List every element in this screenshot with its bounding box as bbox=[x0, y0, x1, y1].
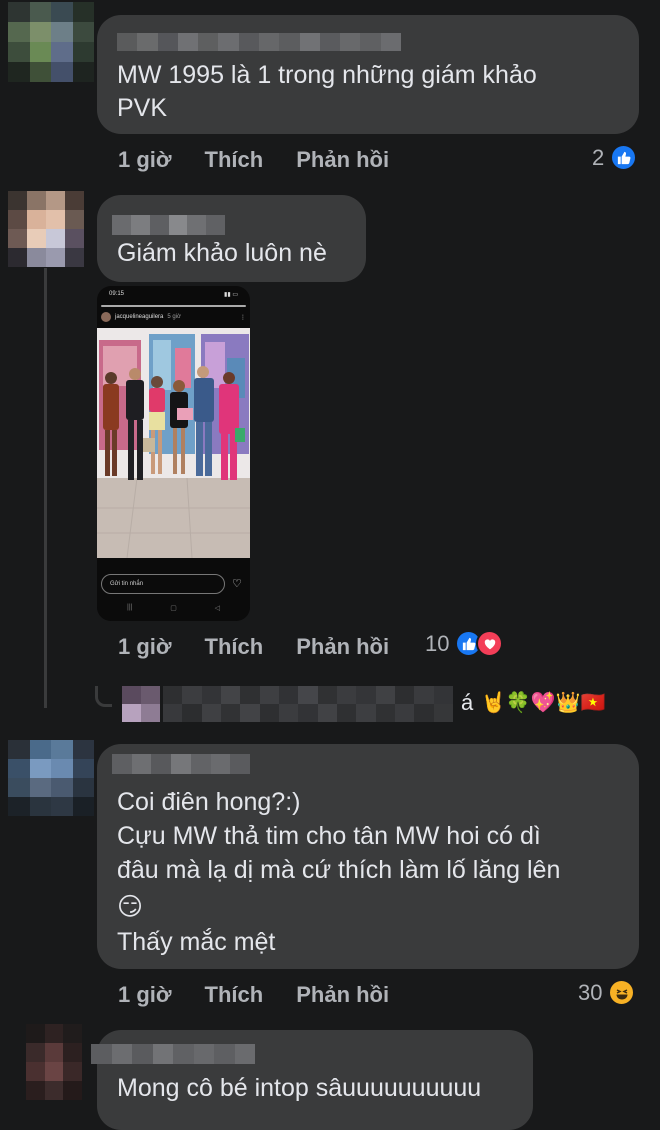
comment-actions: 1 giờ Thích Phản hồi bbox=[118, 147, 389, 173]
send-message-input[interactable]: Gửi tin nhắn bbox=[101, 574, 225, 594]
comment-time[interactable]: 1 giờ bbox=[118, 982, 172, 1008]
like-button[interactable]: Thích bbox=[205, 634, 264, 660]
reaction-summary[interactable]: 30 bbox=[578, 979, 636, 1006]
comment-text: Coi điên hong?:) bbox=[117, 788, 301, 816]
phone-clock: 09:15 bbox=[109, 291, 125, 297]
comment-text: 😏 bbox=[117, 893, 144, 921]
comment-bubble: Coi điên hong?:) Cựu MW thả tim cho tân … bbox=[97, 744, 639, 969]
avatar[interactable] bbox=[8, 191, 84, 267]
like-button[interactable]: Thích bbox=[205, 982, 264, 1008]
reaction-summary[interactable]: 10 bbox=[425, 630, 504, 657]
attached-image[interactable]: 09:15 ▮▮ ▭ jacquelineaguilera 5 giờ ⋮ Gử… bbox=[97, 286, 250, 621]
comment-text: Cựu MW thả tim cho tân MW hoi có dì bbox=[117, 822, 541, 850]
like-reaction-icon bbox=[610, 144, 638, 171]
comment-text: PVK bbox=[117, 94, 168, 122]
reaction-count: 10 bbox=[425, 630, 450, 656]
home-icon: ▢ bbox=[170, 605, 177, 612]
story-avatar bbox=[101, 312, 111, 322]
reply-button[interactable]: Phản hồi bbox=[296, 982, 389, 1008]
comment-text: Mong cô bé intop sâuuuuuuuuuu bbox=[117, 1074, 482, 1102]
reaction-summary[interactable]: 2 bbox=[592, 144, 638, 171]
avatar[interactable] bbox=[8, 2, 94, 82]
comment-text: Giám khảo luôn nè bbox=[117, 239, 327, 267]
phone-status-bar: 09:15 ▮▮ ▭ bbox=[97, 286, 250, 302]
commenter-name[interactable] bbox=[117, 33, 401, 51]
comment-text: Thấy mắc mệt bbox=[117, 928, 276, 956]
comment-text: đâu mà lạ dị mà cứ thích làm lố lăng lên bbox=[117, 856, 561, 884]
comment-time[interactable]: 1 giờ bbox=[118, 634, 172, 660]
back-icon: ◁ bbox=[214, 605, 220, 612]
story-progress-bar bbox=[101, 305, 246, 307]
comment-time[interactable]: 1 giờ bbox=[118, 147, 172, 173]
story-age: 5 giờ bbox=[167, 314, 181, 320]
like-button[interactable]: Thích bbox=[205, 147, 264, 173]
battery-icon: ▮▮ ▭ bbox=[224, 291, 238, 298]
reply-connector bbox=[95, 686, 112, 707]
commenter-name[interactable] bbox=[91, 1044, 255, 1064]
reply-text: á bbox=[461, 690, 474, 715]
reply-preview[interactable]: á 🤘🍀💖👑🇻🇳 bbox=[95, 686, 635, 724]
recent-apps-icon: ||| bbox=[127, 604, 133, 611]
heart-outline-icon[interactable]: ♡ bbox=[232, 577, 242, 590]
story-username: jacquelineaguilera bbox=[115, 314, 164, 320]
comment-text: MW 1995 là 1 trong những giám khảo bbox=[117, 61, 537, 89]
comment-bubble: Giám khảo luôn nè bbox=[97, 195, 366, 282]
reaction-count: 2 bbox=[592, 144, 605, 170]
story-header: jacquelineaguilera 5 giờ ⋮ bbox=[101, 310, 246, 324]
comment-actions: 1 giờ Thích Phản hồi bbox=[118, 982, 389, 1008]
avatar[interactable] bbox=[8, 740, 94, 816]
reply-author-name bbox=[163, 686, 453, 722]
comment-actions: 1 giờ Thích Phản hồi bbox=[118, 634, 389, 660]
reply-button[interactable]: Phản hồi bbox=[296, 147, 389, 173]
story-photo bbox=[97, 328, 250, 558]
comment-bubble: Mong cô bé intop sâuuuuuuuuuu bbox=[91, 1030, 533, 1130]
love-reaction-icon bbox=[476, 630, 504, 657]
send-message-placeholder: Gửi tin nhắn bbox=[110, 581, 144, 587]
reply-emojis: 🤘🍀💖👑🇻🇳 bbox=[481, 692, 606, 714]
phone-nav-bar: ||| ▢ ◁ bbox=[127, 604, 220, 612]
more-icon: ⋮ bbox=[240, 314, 246, 321]
reply-button[interactable]: Phản hồi bbox=[296, 634, 389, 660]
reaction-count: 30 bbox=[578, 979, 603, 1005]
haha-reaction-icon bbox=[608, 979, 636, 1006]
commenter-name[interactable] bbox=[112, 754, 250, 774]
commenter-name[interactable] bbox=[112, 215, 225, 235]
comment-bubble: MW 1995 là 1 trong những giám khảo PVK bbox=[97, 15, 639, 134]
avatar[interactable] bbox=[26, 1024, 82, 1100]
reply-avatar bbox=[122, 686, 160, 722]
thread-line bbox=[44, 268, 47, 708]
